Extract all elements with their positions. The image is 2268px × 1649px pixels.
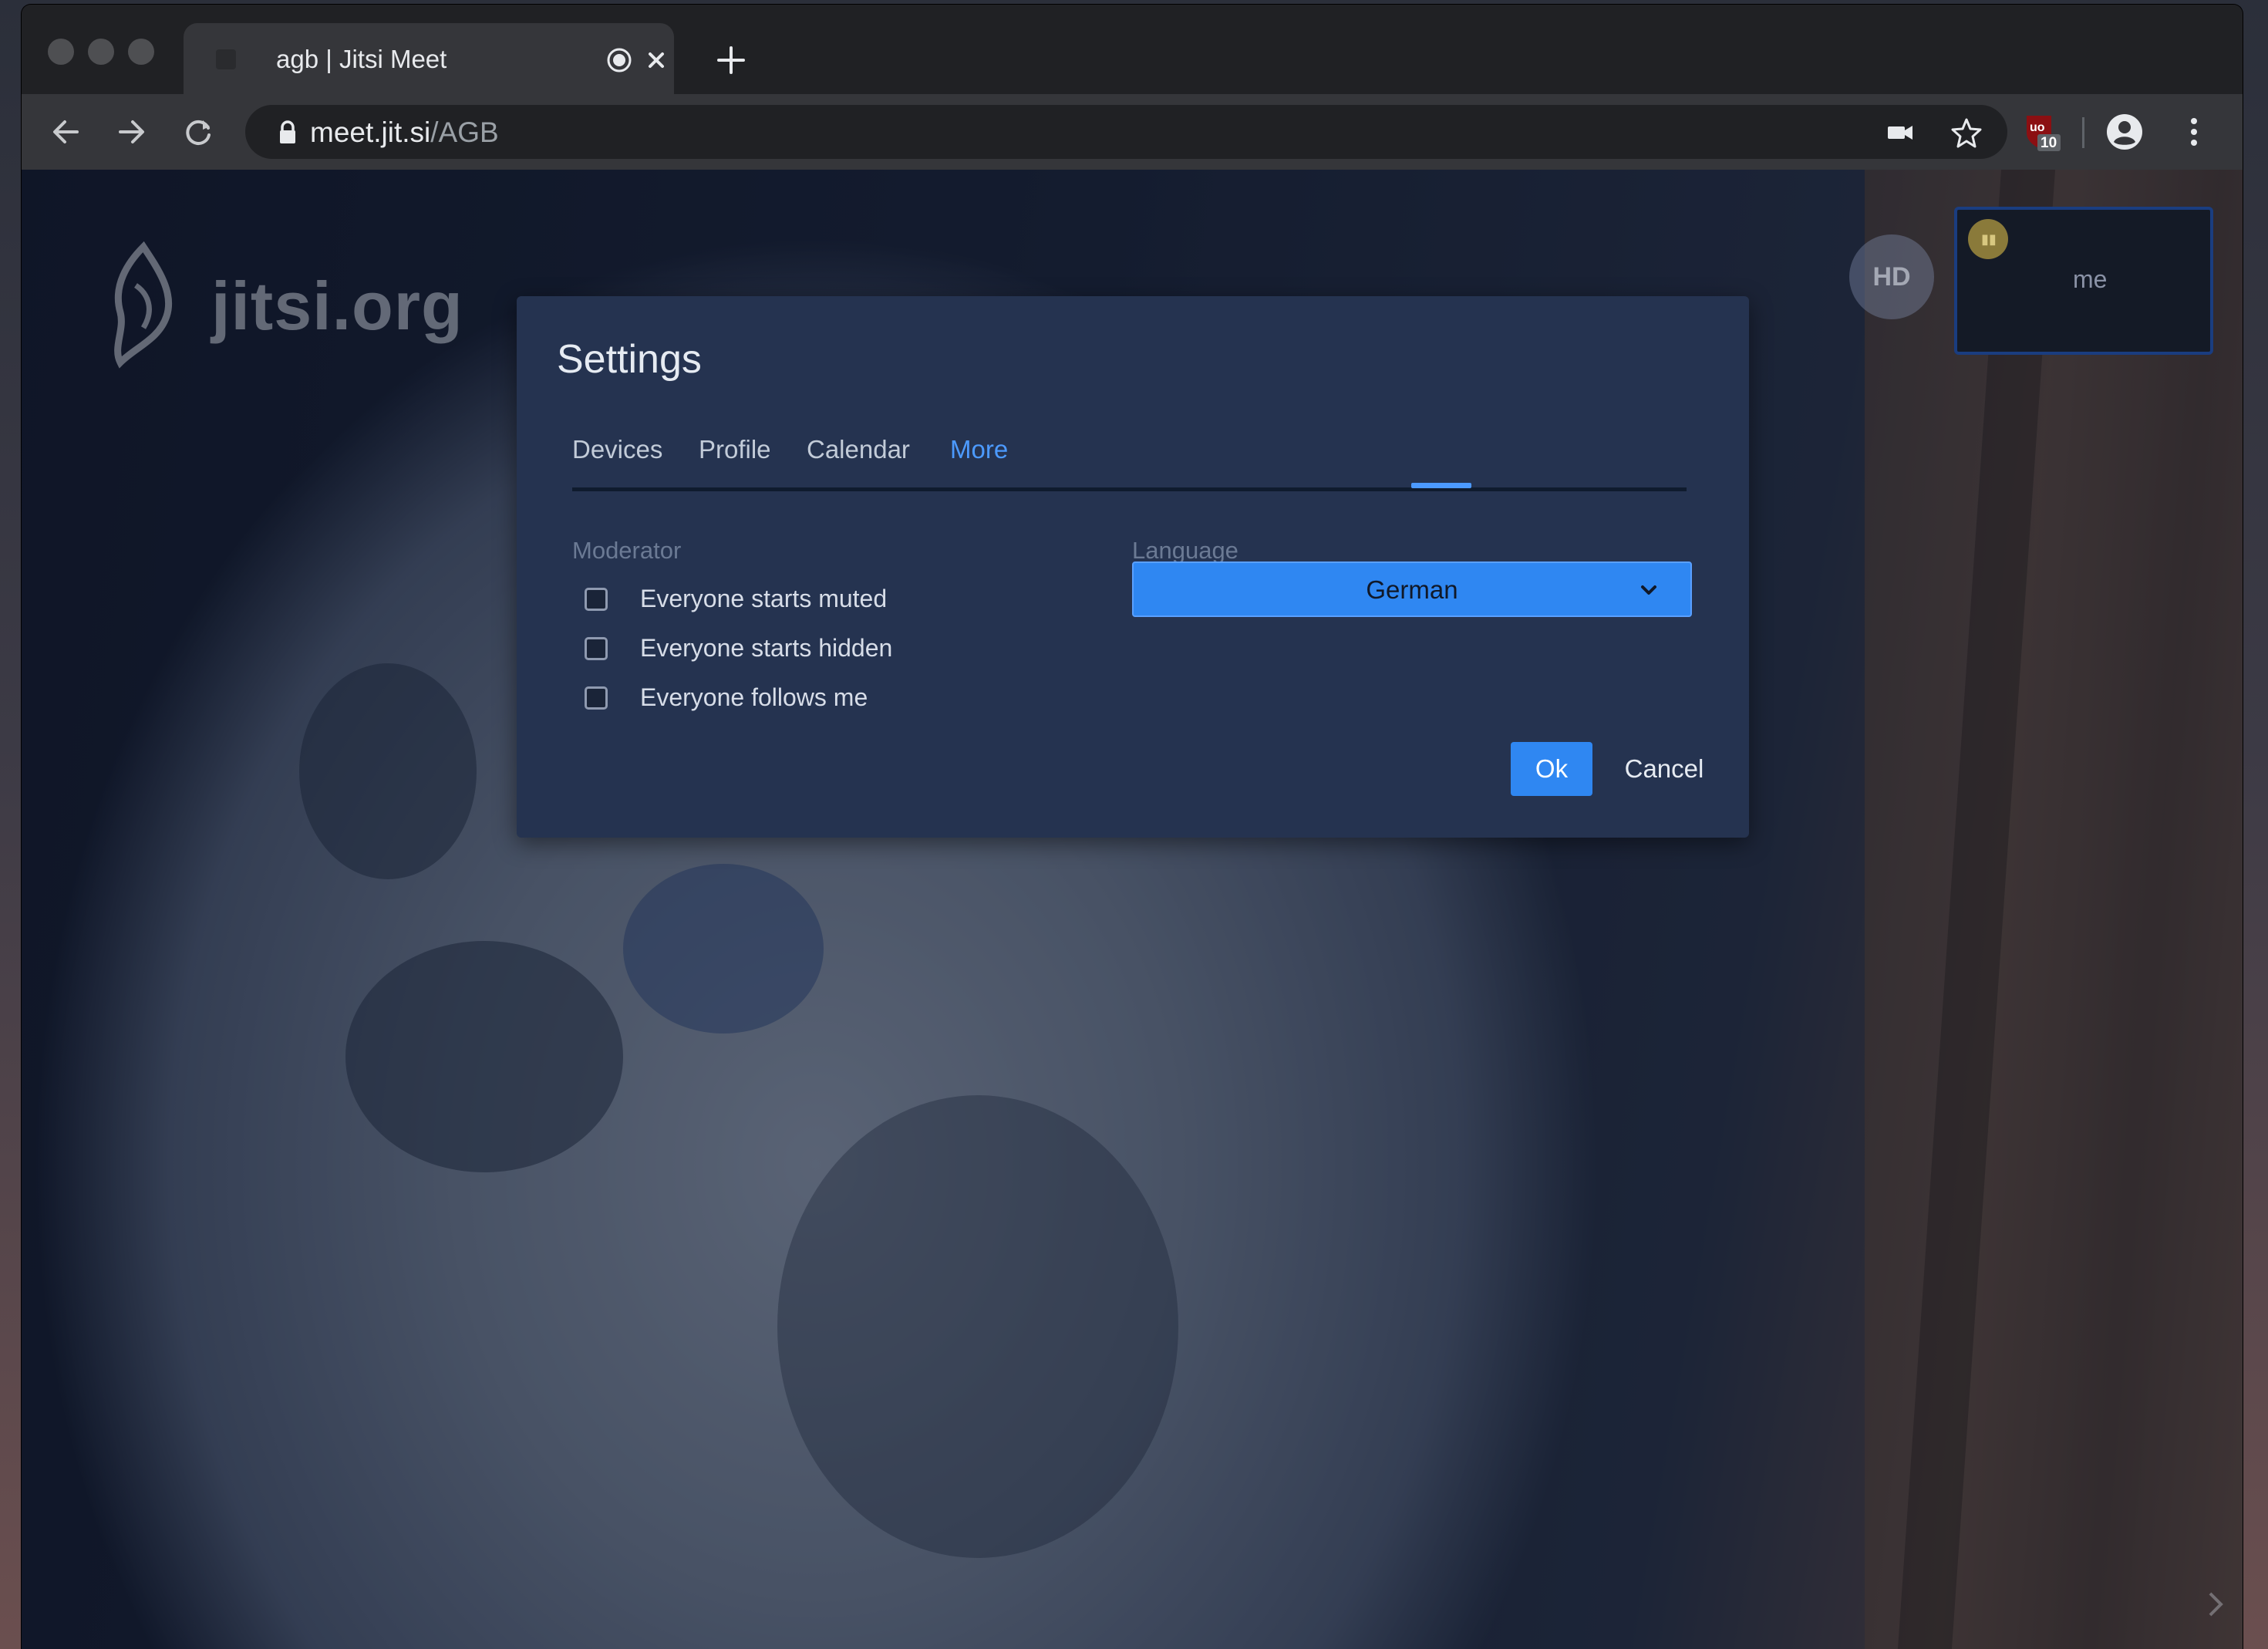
browser-window: agb | Jitsi Meet meet.jit.si/AGB uo 10 j…	[22, 5, 2243, 1649]
new-tab-icon[interactable]	[714, 43, 748, 77]
url-path: /AGB	[430, 116, 499, 148]
tab-more[interactable]: More	[950, 435, 1008, 464]
close-tab-icon[interactable]	[642, 46, 671, 75]
language-select[interactable]: German	[1132, 561, 1692, 617]
local-participant-name: me	[2073, 265, 2108, 293]
tab-devices[interactable]: Devices	[572, 435, 662, 464]
tab-strip: agb | Jitsi Meet	[22, 5, 2243, 94]
camera-in-use-icon[interactable]	[1883, 116, 1917, 150]
extension-badge-count: 10	[2041, 135, 2057, 151]
reload-icon[interactable]	[177, 111, 219, 153]
address-bar[interactable]: meet.jit.si/AGB	[245, 105, 2007, 159]
bookmark-star-icon[interactable]	[1950, 116, 1983, 150]
forward-icon[interactable]	[111, 111, 153, 153]
moderator-section-label: Moderator	[572, 537, 682, 564]
language-select-value: German	[1366, 575, 1458, 604]
connection-indicator-icon[interactable]: ▮▮	[1968, 219, 2008, 259]
recording-indicator-icon	[607, 48, 632, 73]
checkbox[interactable]	[585, 637, 608, 660]
back-icon[interactable]	[45, 111, 86, 153]
ublock-extension-icon[interactable]: uo 10	[2020, 111, 2062, 153]
chevron-right-icon[interactable]	[2204, 1589, 2227, 1620]
jitsi-logo[interactable]: jitsi.org	[97, 239, 463, 370]
menu-kebab-icon[interactable]	[2173, 111, 2215, 153]
tab-title: agb | Jitsi Meet	[276, 45, 447, 73]
checkbox-label: Everyone starts hidden	[640, 634, 893, 662]
settings-dialog: Settings Devices Profile Calendar More M…	[517, 296, 1749, 838]
profile-icon[interactable]	[2104, 111, 2145, 153]
checkbox[interactable]	[585, 686, 608, 710]
cancel-button[interactable]: Cancel	[1610, 742, 1718, 796]
settings-tabs: Devices Profile Calendar More	[572, 435, 1687, 491]
checkbox-label: Everyone follows me	[640, 683, 868, 711]
ok-button[interactable]: Ok	[1511, 742, 1592, 796]
checkbox-label: Everyone starts muted	[640, 585, 888, 612]
lock-icon[interactable]	[276, 120, 299, 146]
browser-toolbar: meet.jit.si/AGB uo 10	[22, 94, 2243, 170]
local-video-thumbnail[interactable]: ▮▮ me	[1954, 207, 2213, 355]
active-tab-indicator	[1411, 483, 1471, 488]
tab-profile[interactable]: Profile	[699, 435, 771, 464]
meeting-page: jitsi.org HD ▮▮ me Settings Devices Prof…	[22, 170, 2243, 1649]
chevron-down-icon	[1641, 585, 1656, 595]
url-host: meet.jit.si	[310, 116, 431, 148]
logo-text: jitsi.org	[211, 268, 463, 344]
browser-tab[interactable]: agb | Jitsi Meet	[184, 23, 674, 94]
svg-text:uo: uo	[2030, 121, 2045, 134]
minimize-window-icon[interactable]	[88, 39, 114, 65]
jitsi-logo-icon	[114, 241, 173, 369]
url-text: meet.jit.si/AGB	[310, 116, 499, 149]
checkbox[interactable]	[585, 588, 608, 611]
favicon-icon	[216, 49, 236, 69]
close-window-icon[interactable]	[48, 39, 74, 65]
language-section-label: Language	[1132, 537, 1238, 564]
tab-calendar[interactable]: Calendar	[807, 435, 910, 464]
video-quality-badge[interactable]: HD	[1849, 234, 1934, 319]
toolbar-divider	[2082, 117, 2084, 148]
maximize-window-icon[interactable]	[128, 39, 154, 65]
dialog-title: Settings	[557, 337, 702, 382]
